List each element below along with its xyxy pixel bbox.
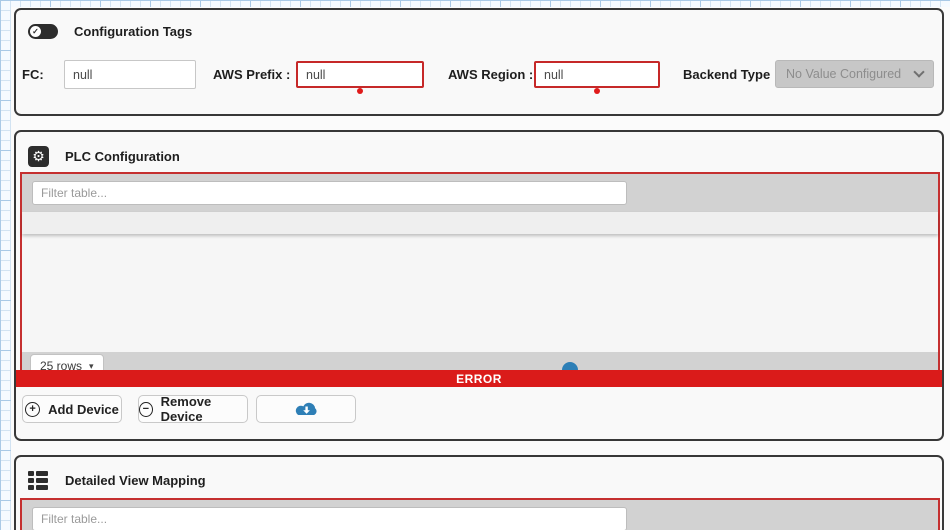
panel-title: Detailed View Mapping <box>65 473 206 488</box>
error-banner: ERROR <box>16 370 942 387</box>
plc-configuration-header: ⚙ PLC Configuration <box>28 146 180 167</box>
aws-prefix-input[interactable] <box>296 61 424 88</box>
invalid-dot <box>594 88 600 94</box>
circle-minus-icon: − <box>139 402 153 417</box>
remove-device-button[interactable]: − Remove Device <box>138 395 248 423</box>
upload-devices-button[interactable] <box>256 395 356 423</box>
remove-device-label: Remove Device <box>161 394 247 424</box>
plc-device-table: 25 rows ▾ <box>20 172 940 371</box>
fc-label: FC: <box>22 60 44 89</box>
panel-title: PLC Configuration <box>65 149 180 164</box>
table-header-row <box>22 212 938 234</box>
page-canvas: ✓ Configuration Tags FC: AWS Prefix : AW… <box>11 7 950 530</box>
cloud-download-icon <box>293 401 320 418</box>
detailed-view-mapping-header: Detailed View Mapping <box>28 471 206 490</box>
chevron-down-icon <box>913 66 924 77</box>
filter-table-input[interactable] <box>32 181 627 205</box>
add-device-button[interactable]: + Add Device <box>22 395 122 423</box>
configuration-tags-panel: ✓ Configuration Tags FC: AWS Prefix : AW… <box>14 8 944 116</box>
circle-plus-icon: + <box>25 402 40 417</box>
panel-title: Configuration Tags <box>74 24 192 39</box>
table-list-icon <box>28 471 49 490</box>
table-filter-bar <box>22 500 938 530</box>
detailed-view-table <box>20 498 940 530</box>
backend-type-value: No Value Configured <box>786 67 901 81</box>
gear-icon: ⚙ <box>28 146 49 167</box>
configuration-tags-header: ✓ Configuration Tags <box>28 24 192 39</box>
backend-type-select[interactable]: No Value Configured <box>775 60 934 88</box>
invalid-dot <box>357 88 363 94</box>
error-text: ERROR <box>456 372 502 386</box>
add-device-label: Add Device <box>48 402 119 417</box>
plc-configuration-panel: ⚙ PLC Configuration 25 rows ▾ ERROR + Ad… <box>14 130 944 441</box>
aws-region-label: AWS Region : <box>448 60 533 89</box>
aws-region-input[interactable] <box>534 61 660 88</box>
filter-table-input[interactable] <box>32 507 627 530</box>
backend-type-label: Backend Type : <box>683 60 778 89</box>
detailed-view-mapping-panel: Detailed View Mapping <box>14 455 944 530</box>
aws-prefix-label: AWS Prefix : <box>213 60 290 89</box>
table-body-empty <box>22 234 938 352</box>
toggle-check-icon: ✓ <box>28 24 58 39</box>
fc-input[interactable] <box>64 60 196 89</box>
table-filter-bar <box>22 174 938 212</box>
